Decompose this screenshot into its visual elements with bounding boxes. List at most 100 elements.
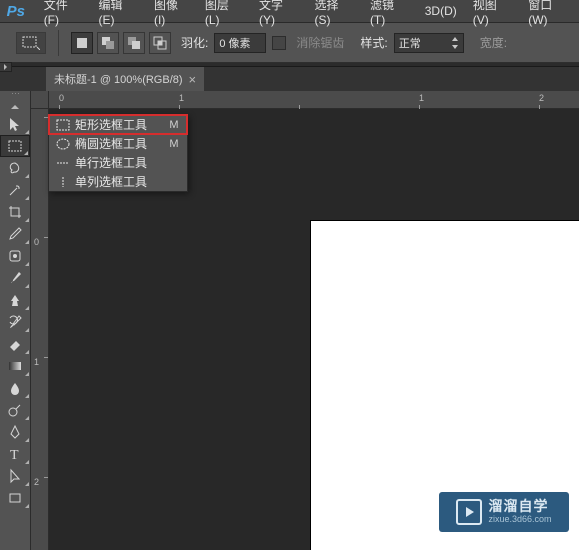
watermark: 溜溜自学 zixue.3d66.com <box>439 492 569 532</box>
mode-intersect[interactable] <box>149 32 171 54</box>
ellipse-marquee-icon <box>55 138 71 150</box>
antialias-checkbox[interactable] <box>272 36 286 50</box>
ruler-mark: 0 <box>34 237 39 247</box>
style-select[interactable]: 正常 <box>394 33 464 53</box>
flyout-indicator-icon <box>25 394 29 398</box>
flyout-indicator-icon <box>25 350 29 354</box>
tool-gradient[interactable] <box>0 355 30 377</box>
flyout-indicator-icon <box>25 218 29 222</box>
toolbox: T <box>0 91 31 550</box>
tool-move[interactable] <box>0 113 30 135</box>
row-marquee-icon <box>55 157 71 169</box>
flyout-indicator-icon <box>25 284 29 288</box>
rect-marquee-icon <box>55 119 71 131</box>
ruler-horizontal[interactable]: 0 1 1 2 <box>49 91 579 109</box>
flyout-item-row-marquee[interactable]: 单行选框工具 <box>49 153 187 172</box>
menu-edit[interactable]: 编辑(E) <box>91 0 146 30</box>
tool-path-select[interactable] <box>0 465 30 487</box>
tool-crop[interactable] <box>0 201 30 223</box>
col-marquee-icon <box>55 176 71 188</box>
flyout-item-ellipse-marquee[interactable]: 椭圆选框工具 M <box>49 134 187 153</box>
select-arrows-icon <box>451 37 459 49</box>
tool-lasso[interactable] <box>0 157 30 179</box>
menu-image[interactable]: 图像(I) <box>146 0 197 30</box>
flyout-indicator-icon <box>25 196 29 200</box>
ruler-mark: 0 <box>59 93 64 103</box>
tool-history-brush[interactable] <box>0 311 30 333</box>
ruler-mark: 1 <box>419 93 424 103</box>
style-value: 正常 <box>399 35 421 51</box>
flyout-indicator-icon <box>25 130 29 134</box>
menu-type[interactable]: 文字(Y) <box>251 0 306 30</box>
ruler-mark: 2 <box>539 93 544 103</box>
flyout-indicator-icon <box>25 504 29 508</box>
flyout-indicator-icon <box>25 416 29 420</box>
ruler-mark: 1 <box>34 357 39 367</box>
mode-new[interactable] <box>71 32 93 54</box>
flyout-indicator-icon <box>25 438 29 442</box>
tool-brush[interactable] <box>0 267 30 289</box>
flyout-indicator-icon <box>25 240 29 244</box>
tool-pen[interactable] <box>0 421 30 443</box>
flyout-item-rect-marquee[interactable]: 矩形选框工具 M <box>49 115 187 134</box>
tool-marquee[interactable] <box>0 135 30 157</box>
menu-3d[interactable]: 3D(D) <box>417 1 465 21</box>
tool-blur[interactable] <box>0 377 30 399</box>
panel-expand-handle[interactable] <box>0 62 12 72</box>
mode-subtract[interactable] <box>123 32 145 54</box>
close-icon[interactable]: × <box>189 72 197 87</box>
document-tab[interactable]: 未标题-1 @ 100%(RGB/8) × <box>46 67 204 91</box>
flyout-label: 单列选框工具 <box>71 173 164 190</box>
tool-eyedropper[interactable] <box>0 223 30 245</box>
menu-view[interactable]: 视图(V) <box>465 0 520 30</box>
flyout-shortcut: M <box>164 138 184 150</box>
menu-file[interactable]: 文件(F) <box>36 0 91 30</box>
toolbox-grip[interactable] <box>0 93 30 101</box>
ruler-origin[interactable] <box>31 91 49 109</box>
svg-text:T: T <box>10 448 19 462</box>
flyout-label: 椭圆选框工具 <box>71 135 164 152</box>
flyout-label: 单行选框工具 <box>71 154 164 171</box>
tool-magic-wand[interactable] <box>0 179 30 201</box>
toolbox-collapse-icon[interactable] <box>0 103 30 111</box>
menu-select[interactable]: 选择(S) <box>306 0 361 30</box>
flyout-indicator-icon <box>25 460 29 464</box>
feather-label: 羽化: <box>181 34 208 51</box>
watermark-url: zixue.3d66.com <box>488 515 551 525</box>
separator <box>58 30 59 56</box>
flyout-indicator-icon <box>24 151 28 155</box>
flyout-label: 矩形选框工具 <box>71 116 164 133</box>
ruler-mark: 1 <box>179 93 184 103</box>
tool-eraser[interactable] <box>0 333 30 355</box>
ruler-vertical[interactable]: 0 1 2 <box>31 109 49 550</box>
watermark-title: 溜溜自学 <box>488 499 551 514</box>
ruler-mark: 2 <box>34 477 39 487</box>
antialias-label: 消除锯齿 <box>296 34 344 51</box>
menu-layer[interactable]: 图层(L) <box>197 0 251 30</box>
marquee-flyout: 矩形选框工具 M 椭圆选框工具 M 单行选框工具 单列选框工具 <box>48 114 188 192</box>
tab-title: 未标题-1 @ 100%(RGB/8) <box>54 71 183 87</box>
style-label: 样式: <box>360 34 387 51</box>
selection-mode-group <box>71 32 171 54</box>
flyout-indicator-icon <box>25 328 29 332</box>
width-label: 宽度: <box>480 34 507 51</box>
current-tool-indicator[interactable] <box>16 32 46 54</box>
play-icon <box>456 499 482 525</box>
tool-spot-heal[interactable] <box>0 245 30 267</box>
menu-filter[interactable]: 滤镜(T) <box>362 0 417 30</box>
tool-type[interactable]: T <box>0 443 30 465</box>
feather-input[interactable] <box>214 33 266 53</box>
flyout-indicator-icon <box>25 372 29 376</box>
document-tabs: 未标题-1 @ 100%(RGB/8) × <box>0 67 579 91</box>
tool-clone[interactable] <box>0 289 30 311</box>
app-logo: Ps <box>4 2 28 20</box>
flyout-indicator-icon <box>25 306 29 310</box>
menu-window[interactable]: 窗口(W) <box>520 0 579 30</box>
menu-bar: Ps 文件(F) 编辑(E) 图像(I) 图层(L) 文字(Y) 选择(S) 滤… <box>0 0 579 23</box>
flyout-indicator-icon <box>25 482 29 486</box>
flyout-item-col-marquee[interactable]: 单列选框工具 <box>49 172 187 191</box>
flyout-indicator-icon <box>25 262 29 266</box>
tool-dodge[interactable] <box>0 399 30 421</box>
mode-add[interactable] <box>97 32 119 54</box>
tool-shape[interactable] <box>0 487 30 509</box>
